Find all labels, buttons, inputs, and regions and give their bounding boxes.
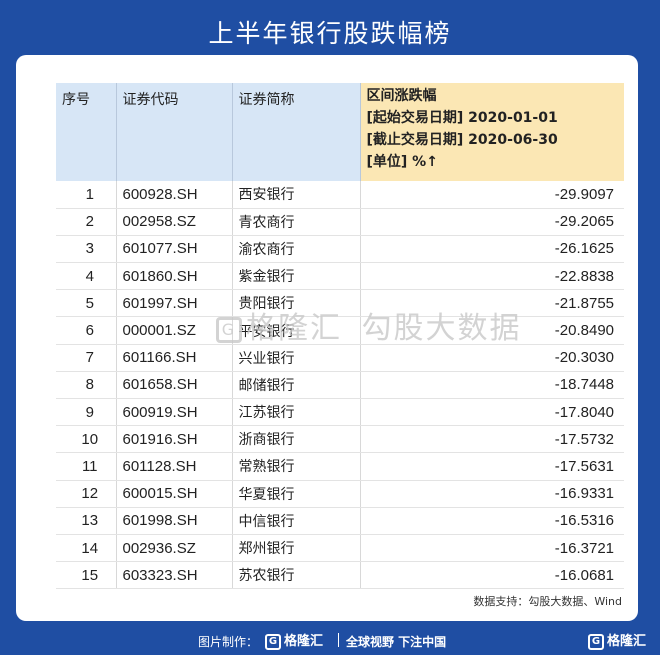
row-code: 000001.SZ <box>116 316 233 345</box>
row-change: -17.8040 <box>360 398 624 427</box>
row-change: -17.5732 <box>360 425 624 454</box>
row-code: 603323.SH <box>116 561 233 590</box>
header-change-line: [截止交易日期] 2020-06-30 <box>366 132 558 148</box>
table-card: 序号 证券代码 证券简称 区间涨跌幅 [起始交易日期] 2020-01-01 [… <box>16 55 638 621</box>
table-row[interactable]: 2 002958.SZ 青农商行 -29.2065 <box>56 208 624 236</box>
header-change-line: 区间涨跌幅 <box>366 88 437 104</box>
row-change: -18.7448 <box>360 371 624 400</box>
footer: 图片制作： G 格隆汇 全球视野 下注中国 G 格隆汇 <box>0 627 660 655</box>
row-code: 601166.SH <box>116 344 233 372</box>
row-code: 601998.SH <box>116 507 233 535</box>
row-change: -26.1625 <box>360 235 624 264</box>
row-code: 002958.SZ <box>116 208 233 236</box>
row-change: -16.5316 <box>360 507 624 535</box>
table-row[interactable]: 3 601077.SH 渝农商行 -26.1625 <box>56 235 624 264</box>
watermark-text: 勾股大数据 <box>361 311 522 346</box>
row-index: 5 <box>56 289 117 318</box>
table-row[interactable]: 11 601128.SH 常熟银行 -17.5631 <box>56 452 624 481</box>
row-change: -16.0681 <box>360 561 624 590</box>
row-index: 6 <box>56 316 117 345</box>
row-name: 郑州银行 <box>232 534 361 563</box>
row-name: 常熟银行 <box>232 452 361 481</box>
row-index: 7 <box>56 344 117 372</box>
row-index: 13 <box>56 507 117 535</box>
row-name: 华夏银行 <box>232 480 361 508</box>
footer-slogan: 全球视野 下注中国 <box>346 635 447 649</box>
row-change: -29.9097 <box>360 181 624 209</box>
footer-right-logo: G 格隆汇 <box>588 630 646 650</box>
row-index: 11 <box>56 452 117 481</box>
row-name: 邮储银行 <box>232 371 361 400</box>
header-change-line: [起始交易日期] 2020-01-01 <box>366 110 558 126</box>
table-row[interactable]: 9 600919.SH 江苏银行 -17.8040 <box>56 398 624 427</box>
row-code: 601128.SH <box>116 452 233 481</box>
footer-logo-text: 格隆汇 <box>284 634 324 649</box>
row-change: -22.8838 <box>360 262 624 291</box>
watermark-logo-icon: G <box>216 316 242 343</box>
row-change: -16.3721 <box>360 534 624 563</box>
table-row[interactable]: 12 600015.SH 华夏银行 -16.9331 <box>56 480 624 508</box>
row-change: -20.3030 <box>360 344 624 372</box>
source-note: 数据支持：勾股大数据、Wind <box>473 595 622 608</box>
row-index: 15 <box>56 561 117 590</box>
footer-credit: 图片制作： <box>198 635 259 649</box>
row-change: -17.5631 <box>360 452 624 481</box>
row-code: 600015.SH <box>116 480 233 508</box>
watermark: G 格隆汇 勾股大数据 <box>216 303 522 347</box>
watermark-brand: 格隆汇 <box>246 311 342 346</box>
page-title: 上半年银行股跌幅榜 <box>208 19 452 48</box>
row-code: 601997.SH <box>116 289 233 318</box>
table-row[interactable]: 8 601658.SH 邮储银行 -18.7448 <box>56 371 624 400</box>
footer-logo: G 格隆汇 <box>265 630 323 650</box>
row-index: 4 <box>56 262 117 291</box>
header-name: 证券简称 <box>232 83 361 181</box>
row-code: 601077.SH <box>116 235 233 264</box>
row-code: 601658.SH <box>116 371 233 400</box>
row-index: 14 <box>56 534 117 563</box>
row-code: 601860.SH <box>116 262 233 291</box>
row-name: 浙商银行 <box>232 425 361 454</box>
header-change-line: [单位] %↑ <box>366 154 438 170</box>
row-code: 002936.SZ <box>116 534 233 563</box>
row-index: 10 <box>56 425 117 454</box>
table-row[interactable]: 4 601860.SH 紫金银行 -22.8838 <box>56 262 624 291</box>
table-header-row: 序号 证券代码 证券简称 区间涨跌幅 [起始交易日期] 2020-01-01 [… <box>56 83 624 181</box>
row-index: 8 <box>56 371 117 400</box>
row-name: 兴业银行 <box>232 344 361 372</box>
row-code: 600928.SH <box>116 181 233 209</box>
row-name: 中信银行 <box>232 507 361 535</box>
row-code: 600919.SH <box>116 398 233 427</box>
row-change: -29.2065 <box>360 208 624 236</box>
header-index: 序号 <box>56 83 117 181</box>
row-name: 紫金银行 <box>232 262 361 291</box>
row-code: 601916.SH <box>116 425 233 454</box>
row-index: 12 <box>56 480 117 508</box>
row-index: 1 <box>56 181 117 209</box>
header-code: 证券代码 <box>116 83 233 181</box>
row-name: 江苏银行 <box>232 398 361 427</box>
table-row[interactable]: 15 603323.SH 苏农银行 -16.0681 <box>56 561 624 590</box>
row-name: 西安银行 <box>232 181 361 209</box>
table-row[interactable]: 10 601916.SH 浙商银行 -17.5732 <box>56 425 624 454</box>
footer-right-logo-text: 格隆汇 <box>607 634 647 649</box>
row-index: 3 <box>56 235 117 264</box>
table-row[interactable]: 13 601998.SH 中信银行 -16.5316 <box>56 507 624 535</box>
header-change[interactable]: 区间涨跌幅 [起始交易日期] 2020-01-01 [截止交易日期] 2020-… <box>360 83 624 181</box>
table-row[interactable]: 14 002936.SZ 郑州银行 -16.3721 <box>56 534 624 563</box>
footer-divider <box>338 633 339 647</box>
gelonghui-logo-icon: G <box>265 633 281 650</box>
row-index: 2 <box>56 208 117 236</box>
row-name: 青农商行 <box>232 208 361 236</box>
row-name: 渝农商行 <box>232 235 361 264</box>
row-change: -16.9331 <box>360 480 624 508</box>
table-row[interactable]: 7 601166.SH 兴业银行 -20.3030 <box>56 344 624 372</box>
gelonghui-logo-icon: G <box>588 633 604 650</box>
row-name: 苏农银行 <box>232 561 361 590</box>
row-index: 9 <box>56 398 117 427</box>
table-row[interactable]: 1 600928.SH 西安银行 -29.9097 <box>56 181 624 209</box>
